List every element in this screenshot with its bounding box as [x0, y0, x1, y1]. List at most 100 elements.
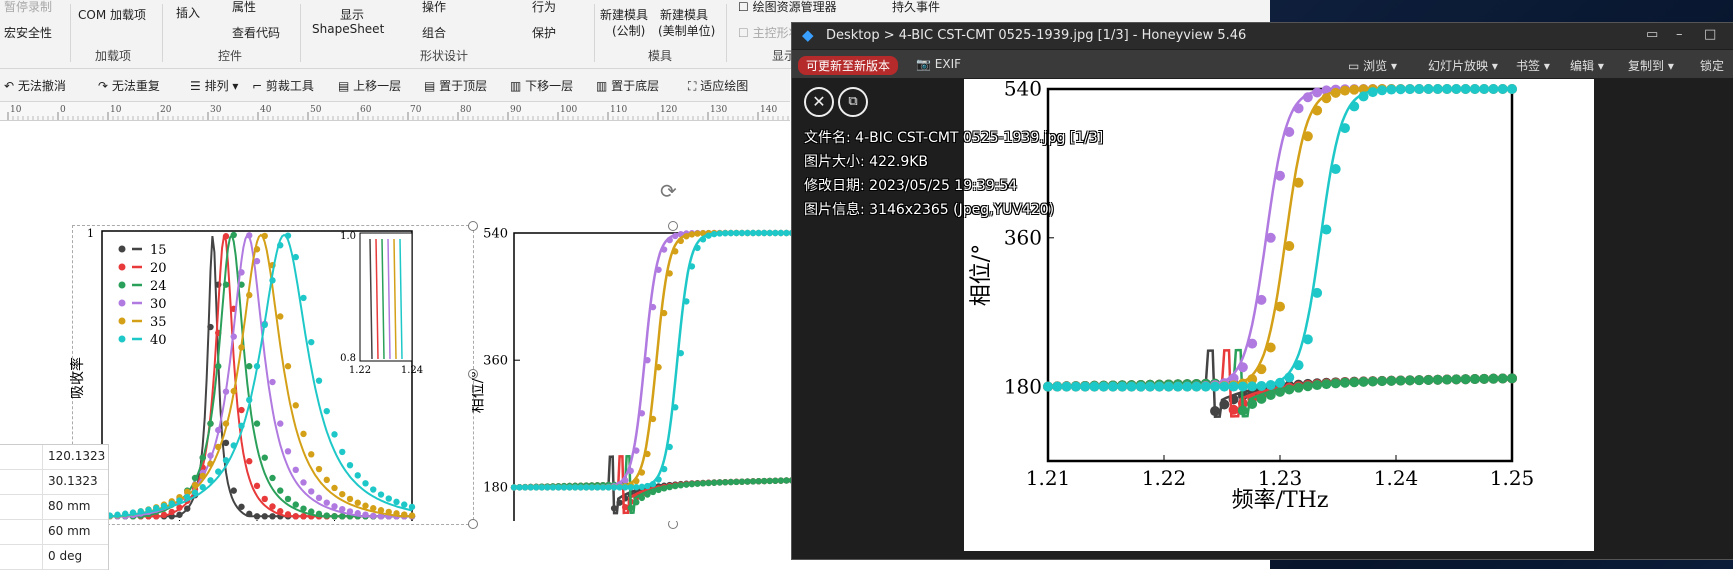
com-addins-button[interactable]: COM 加载项: [78, 6, 146, 23]
redo-button[interactable]: ↷ 无法重复: [98, 77, 160, 94]
data-point: [694, 230, 701, 237]
crop-tool-button[interactable]: ⌐ 剪裁工具: [252, 77, 314, 94]
update-button[interactable]: 可更新至新版本: [798, 56, 899, 75]
data-point: [323, 499, 330, 506]
data-point: [1163, 381, 1174, 392]
data-point: [292, 466, 299, 474]
data-point: [560, 484, 568, 491]
data-point: [238, 344, 245, 351]
data-point: [346, 461, 354, 469]
copy-info-icon[interactable]: ⧉: [838, 87, 868, 117]
data-point: [1404, 375, 1415, 386]
shapesheet-button[interactable]: ShapeSheet: [312, 22, 384, 36]
group-shape-button[interactable]: 组合: [422, 24, 446, 41]
behavior-button[interactable]: 行为: [532, 0, 556, 15]
lock-menu[interactable]: 锁定: [1700, 57, 1724, 74]
horizontal-ruler[interactable]: 100102030405060708090100110120130140150: [0, 102, 854, 121]
bring-forward-button[interactable]: ▤ 上移一层: [338, 77, 401, 94]
viewer-toolbar: 可更新至新版本 📷 EXIF ▭ 浏览 ▾ 幻灯片放映 ▾ 书签 ▾ 编辑 ▾ …: [792, 50, 1733, 78]
data-point: [1432, 84, 1443, 95]
property-row[interactable]: 30.1323: [0, 470, 108, 495]
data-point: [677, 237, 684, 245]
data-point: [633, 447, 640, 454]
undo-button[interactable]: ↶ 无法撤消: [4, 77, 66, 94]
data-point: [766, 477, 773, 485]
protect-button[interactable]: 保护: [532, 24, 556, 41]
properties-button[interactable]: 属性: [232, 0, 256, 15]
data-point: [1349, 101, 1360, 112]
drawing-explorer-checkbox[interactable]: ☐ 绘图资源管理器: [738, 0, 837, 15]
property-row[interactable]: 60 mm: [0, 520, 108, 545]
property-row[interactable]: 80 mm: [0, 495, 108, 520]
data-point: [269, 503, 276, 510]
data-point: [1154, 381, 1165, 392]
data-point: [292, 402, 299, 409]
image-display[interactable]: 1.21 1.22 1.23 1.24 1.25 180 360 540 频率/THz 相位/°: [964, 77, 1594, 551]
data-point: [1052, 381, 1063, 392]
data-point: [688, 231, 696, 238]
operations-button[interactable]: 操作: [422, 0, 446, 15]
bring-to-front-button[interactable]: ▤ 置于顶层: [424, 77, 487, 94]
data-point: [215, 443, 222, 451]
absorption-chart: 1.211.221.231.241.251频率/THz吸收率1520243035…: [70, 227, 423, 521]
view-code-button[interactable]: 查看代码: [232, 24, 280, 41]
data-point: [261, 495, 268, 503]
property-value[interactable]: 0 deg: [48, 549, 82, 563]
close-overlay-icon[interactable]: ✕: [804, 87, 834, 117]
data-point: [1358, 376, 1369, 387]
new-stencil-us-button[interactable]: 新建模具: [660, 6, 708, 23]
property-row[interactable]: 120.1323: [0, 445, 108, 470]
data-point: [655, 476, 662, 483]
data-point: [1442, 374, 1453, 385]
copy-to-menu[interactable]: 复制到 ▾: [1628, 57, 1674, 74]
y-tick-label: 180: [483, 481, 508, 496]
data-point: [1191, 381, 1202, 392]
exif-button[interactable]: 📷 EXIF: [916, 57, 961, 71]
browse-menu[interactable]: ▭ 浏览 ▾: [1348, 57, 1397, 74]
data-point: [738, 229, 746, 237]
bookmark-menu[interactable]: 书签 ▾: [1516, 57, 1550, 74]
rotate-handle-icon[interactable]: ⟳: [660, 179, 677, 203]
property-row[interactable]: 0 deg: [0, 545, 108, 570]
property-value[interactable]: 120.1323: [48, 449, 105, 463]
edit-menu[interactable]: 编辑 ▾: [1570, 57, 1604, 74]
drawing-canvas[interactable]: ⟳ 1.211.221.231.241.251频率/THz吸收率15202430…: [0, 121, 792, 569]
slideshow-menu[interactable]: 幻灯片放映 ▾: [1428, 57, 1498, 74]
persistent-events-button[interactable]: 持久事件: [892, 0, 940, 15]
minimize-icon[interactable]: ▭: [1646, 27, 1658, 42]
ruler-label: 140: [760, 105, 777, 115]
data-point: [1358, 91, 1369, 102]
property-value[interactable]: 60 mm: [48, 524, 90, 538]
data-point: [160, 511, 168, 519]
data-point: [315, 510, 323, 518]
data-point: [644, 450, 651, 458]
send-backward-button[interactable]: ▥ 下移一层: [510, 77, 573, 94]
fit-drawing-button[interactable]: ⛶ 适应绘图: [688, 77, 748, 94]
data-point: [1117, 381, 1128, 392]
property-value[interactable]: 30.1323: [48, 474, 98, 488]
insert-button[interactable]: 插入: [176, 4, 200, 21]
maximize-icon[interactable]: –: [1676, 27, 1683, 42]
legend-label: 15: [150, 243, 167, 258]
data-point: [207, 452, 214, 459]
data-point: [666, 270, 673, 277]
show-button[interactable]: 显示: [340, 6, 364, 23]
macro-security-button[interactable]: 宏安全性: [4, 24, 52, 41]
data-point: [246, 363, 253, 370]
send-to-back-button[interactable]: ▥ 置于底层: [596, 77, 659, 94]
property-name-cell: [0, 470, 43, 494]
data-point: [638, 483, 646, 491]
property-value[interactable]: 80 mm: [48, 499, 90, 513]
restore-icon[interactable]: □: [1704, 27, 1716, 42]
data-point: [727, 229, 735, 237]
data-point: [253, 257, 261, 265]
data-point: [238, 406, 245, 414]
pause-recording-button[interactable]: 暂停录制: [4, 0, 52, 15]
data-point: [627, 504, 634, 512]
ruler-label: 120: [660, 105, 677, 115]
data-point: [1284, 241, 1295, 252]
data-point: [1265, 380, 1276, 391]
arrange-button[interactable]: ☰ 排列 ▾: [190, 77, 238, 94]
data-point: [315, 494, 323, 502]
new-stencil-metric-button[interactable]: 新建模具: [600, 6, 648, 23]
